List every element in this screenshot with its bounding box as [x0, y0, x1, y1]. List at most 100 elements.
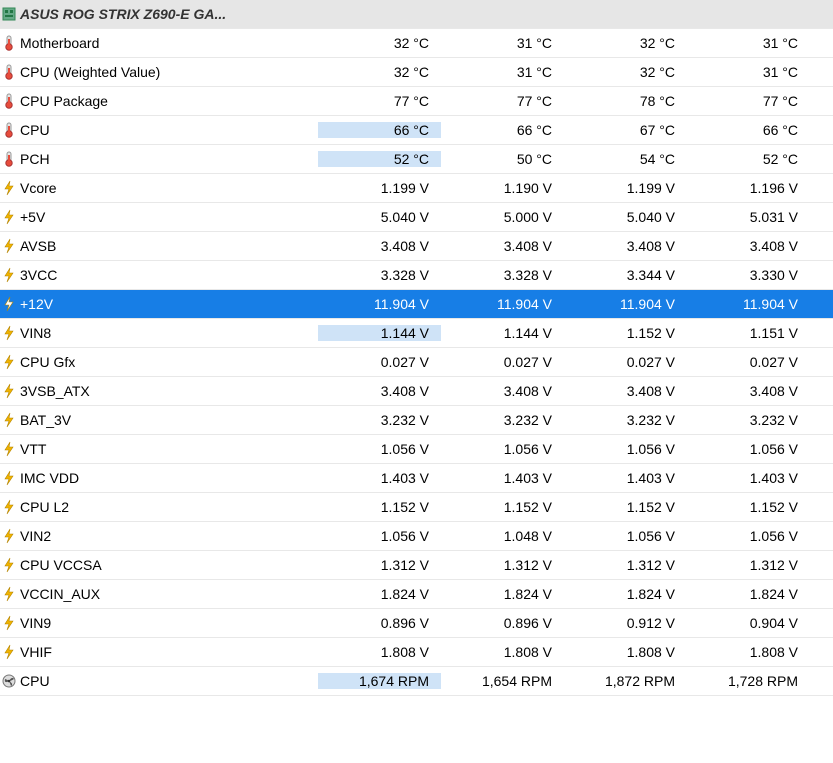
sensor-value-col1: 52 °C [318, 151, 441, 167]
sensor-value-col1: 1.199 V [318, 180, 441, 196]
temp-icon [0, 122, 18, 138]
sensor-value-col2: 1.152 V [441, 499, 564, 515]
sensor-value-col2: 5.000 V [441, 209, 564, 225]
sensor-value-col4: 31 °C [687, 35, 810, 51]
sensor-label: CPU Gfx [18, 354, 318, 370]
sensor-row[interactable]: VHIF1.808 V1.808 V1.808 V1.808 V [0, 638, 833, 667]
sensor-label: PCH [18, 151, 318, 167]
sensor-label: BAT_3V [18, 412, 318, 428]
sensor-row[interactable]: CPU66 °C66 °C67 °C66 °C [0, 116, 833, 145]
sensor-row[interactable]: 3VSB_ATX3.408 V3.408 V3.408 V3.408 V [0, 377, 833, 406]
temp-icon [0, 93, 18, 109]
sensor-value-col4: 31 °C [687, 64, 810, 80]
sensor-value-col4: 3.330 V [687, 267, 810, 283]
sensor-value-col3: 67 °C [564, 122, 687, 138]
sensor-label: CPU [18, 673, 318, 689]
sensor-value-col1: 66 °C [318, 122, 441, 138]
sensor-value-col4: 3.408 V [687, 383, 810, 399]
temp-icon [0, 64, 18, 80]
sensor-value-col1: 1.824 V [318, 586, 441, 602]
sensor-row[interactable]: BAT_3V3.232 V3.232 V3.232 V3.232 V [0, 406, 833, 435]
sensor-value-col3: 1.808 V [564, 644, 687, 660]
sensor-value-col1: 77 °C [318, 93, 441, 109]
sensor-label: CPU VCCSA [18, 557, 318, 573]
sensor-value-col3: 78 °C [564, 93, 687, 109]
sensor-value-col3: 1.199 V [564, 180, 687, 196]
volt-icon [0, 354, 18, 370]
sensor-value-col2: 1.190 V [441, 180, 564, 196]
sensor-tree: ASUS ROG STRIX Z690-E GA... Motherboard3… [0, 0, 833, 696]
sensor-value-col4: 1.196 V [687, 180, 810, 196]
sensor-row[interactable]: 3VCC3.328 V3.328 V3.344 V3.330 V [0, 261, 833, 290]
sensor-value-col1: 3.328 V [318, 267, 441, 283]
sensor-row[interactable]: Motherboard32 °C31 °C32 °C31 °C [0, 29, 833, 58]
sensor-value-col1: 3.408 V [318, 238, 441, 254]
sensor-value-col3: 1.824 V [564, 586, 687, 602]
sensor-value-col1: 32 °C [318, 64, 441, 80]
sensor-label: Motherboard [18, 35, 318, 51]
sensor-row[interactable]: IMC VDD1.403 V1.403 V1.403 V1.403 V [0, 464, 833, 493]
sensor-row[interactable]: CPU1,674 RPM1,654 RPM1,872 RPM1,728 RPM [0, 667, 833, 696]
volt-icon [0, 586, 18, 602]
volt-icon [0, 470, 18, 486]
sensor-row[interactable]: VIN21.056 V1.048 V1.056 V1.056 V [0, 522, 833, 551]
sensor-value-col2: 3.232 V [441, 412, 564, 428]
sensor-row[interactable]: VIN90.896 V0.896 V0.912 V0.904 V [0, 609, 833, 638]
volt-icon [0, 267, 18, 283]
sensor-label: 3VSB_ATX [18, 383, 318, 399]
volt-icon [0, 557, 18, 573]
volt-icon [0, 615, 18, 631]
volt-icon [0, 644, 18, 660]
sensor-value-col4: 1.824 V [687, 586, 810, 602]
sensor-row[interactable]: CPU L21.152 V1.152 V1.152 V1.152 V [0, 493, 833, 522]
sensor-value-col2: 50 °C [441, 151, 564, 167]
sensor-row[interactable]: Vcore1.199 V1.190 V1.199 V1.196 V [0, 174, 833, 203]
sensor-label: +5V [18, 209, 318, 225]
sensor-row[interactable]: AVSB3.408 V3.408 V3.408 V3.408 V [0, 232, 833, 261]
sensor-value-col1: 0.896 V [318, 615, 441, 631]
sensor-value-col4: 52 °C [687, 151, 810, 167]
volt-icon [0, 528, 18, 544]
sensor-row[interactable]: +12V11.904 V11.904 V11.904 V11.904 V [0, 290, 833, 319]
sensor-value-col2: 1.824 V [441, 586, 564, 602]
sensor-label: CPU (Weighted Value) [18, 64, 318, 80]
sensor-row[interactable]: VCCIN_AUX1.824 V1.824 V1.824 V1.824 V [0, 580, 833, 609]
sensor-value-col3: 3.408 V [564, 238, 687, 254]
sensor-label: VCCIN_AUX [18, 586, 318, 602]
sensor-value-col2: 1.312 V [441, 557, 564, 573]
sensor-row[interactable]: VTT1.056 V1.056 V1.056 V1.056 V [0, 435, 833, 464]
sensor-row[interactable]: CPU (Weighted Value)32 °C31 °C32 °C31 °C [0, 58, 833, 87]
sensor-row[interactable]: VIN81.144 V1.144 V1.152 V1.151 V [0, 319, 833, 348]
sensor-label: VIN9 [18, 615, 318, 631]
sensor-value-col4: 0.904 V [687, 615, 810, 631]
sensor-value-col2: 3.408 V [441, 383, 564, 399]
sensor-label: +12V [18, 296, 318, 312]
sensor-label: CPU L2 [18, 499, 318, 515]
sensor-row[interactable]: CPU VCCSA1.312 V1.312 V1.312 V1.312 V [0, 551, 833, 580]
volt-icon [0, 412, 18, 428]
sensor-value-col3: 3.344 V [564, 267, 687, 283]
sensor-value-col2: 0.027 V [441, 354, 564, 370]
sensor-row[interactable]: PCH52 °C50 °C54 °C52 °C [0, 145, 833, 174]
device-header-title: ASUS ROG STRIX Z690-E GA... [18, 6, 833, 22]
sensor-value-col3: 5.040 V [564, 209, 687, 225]
device-header-row[interactable]: ASUS ROG STRIX Z690-E GA... [0, 0, 833, 29]
sensor-row[interactable]: +5V5.040 V5.000 V5.040 V5.031 V [0, 203, 833, 232]
sensor-label: Vcore [18, 180, 318, 196]
sensor-value-col3: 1.312 V [564, 557, 687, 573]
sensor-row[interactable]: CPU Gfx0.027 V0.027 V0.027 V0.027 V [0, 348, 833, 377]
sensor-value-col1: 32 °C [318, 35, 441, 51]
sensor-value-col4: 3.232 V [687, 412, 810, 428]
sensor-value-col1: 1.403 V [318, 470, 441, 486]
sensor-value-col2: 0.896 V [441, 615, 564, 631]
sensor-value-col3: 54 °C [564, 151, 687, 167]
volt-icon [0, 238, 18, 254]
sensor-value-col4: 1.056 V [687, 441, 810, 457]
sensor-value-col2: 3.328 V [441, 267, 564, 283]
sensor-value-col1: 1,674 RPM [318, 673, 441, 689]
sensor-value-col4: 1.152 V [687, 499, 810, 515]
volt-icon [0, 325, 18, 341]
sensor-row[interactable]: CPU Package77 °C77 °C78 °C77 °C [0, 87, 833, 116]
sensor-value-col4: 3.408 V [687, 238, 810, 254]
sensor-value-col4: 1.056 V [687, 528, 810, 544]
